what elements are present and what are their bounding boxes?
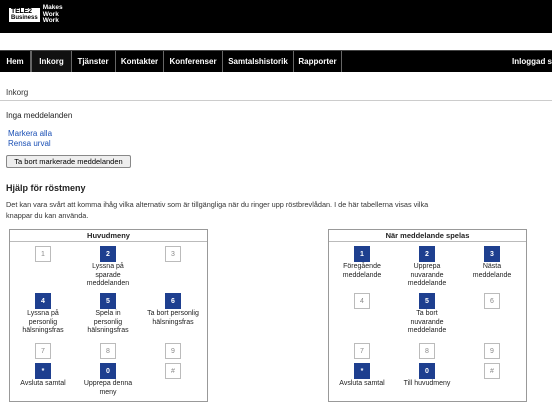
key-button[interactable]: 6	[165, 293, 181, 309]
key-button[interactable]: 0	[419, 363, 435, 379]
keypad-key-star: * Avsluta samtal	[17, 363, 69, 389]
key-button[interactable]: 2	[419, 246, 435, 262]
keypad-key-1: 1 Föregående meddelande	[336, 246, 388, 280]
key-button[interactable]: 6	[484, 293, 500, 309]
divider	[0, 100, 552, 101]
keypad-key-3: 3	[147, 246, 199, 262]
keypad-key-0: 0 Upprepa denna meny	[82, 363, 134, 397]
key-button[interactable]: #	[484, 363, 500, 379]
key-label: Föregående meddelande	[342, 263, 382, 279]
keypad-key-8: 8	[401, 343, 453, 359]
key-button[interactable]: 5	[419, 293, 435, 309]
key-label: Lyssna på sparade meddelanden	[86, 263, 130, 287]
nav-item-tjanster[interactable]: Tjänster	[71, 51, 116, 72]
nav-item-rapporter[interactable]: Rapporter	[294, 51, 342, 72]
key-button[interactable]: 5	[100, 293, 116, 309]
nav-item-hem[interactable]: Hem	[0, 51, 31, 72]
key-button[interactable]: 9	[484, 343, 500, 359]
tele2-logo[interactable]: TELE2 Business Makes Work Work	[9, 4, 73, 25]
key-button[interactable]: *	[354, 363, 370, 379]
key-label: Avsluta samtal	[20, 380, 66, 387]
key-button[interactable]: 3	[484, 246, 500, 262]
key-button[interactable]: 9	[165, 343, 181, 359]
main-navigation: Hem Inkorg Tjänster Kontakter Konferense…	[0, 50, 552, 72]
keypad-key-5: 5 Spela in personlig hälsningsfras	[82, 293, 134, 336]
key-button[interactable]: 4	[35, 293, 51, 309]
nav-item-kontakter[interactable]: Kontakter	[116, 51, 164, 72]
key-button[interactable]: #	[165, 363, 181, 379]
key-label: Spela in personlig hälsningsfras	[87, 310, 129, 334]
key-button[interactable]: 0	[100, 363, 116, 379]
keypad-key-2: 2 Upprepa nuvarande meddelande	[401, 246, 453, 289]
keypad-key-hash: #	[147, 363, 199, 379]
help-text: Det kan vara svårt att komma ihåg vilka …	[6, 200, 429, 220]
keypad-key-1: 1	[17, 246, 69, 262]
key-button[interactable]: 8	[419, 343, 435, 359]
logo-mark: TELE2 Business	[9, 8, 40, 22]
key-label: Upprepa denna meny	[83, 380, 133, 396]
key-button[interactable]: 8	[100, 343, 116, 359]
delete-selected-button[interactable]: Ta bort markerade meddelanden	[6, 155, 131, 168]
keypad-key-6: 6	[466, 293, 518, 309]
keypad-key-8: 8	[82, 343, 134, 359]
key-label: Till huvudmeny	[403, 380, 451, 387]
keypad-key-hash: #	[466, 363, 518, 379]
key-button[interactable]: 7	[35, 343, 51, 359]
keypad-key-7: 7	[17, 343, 69, 359]
keypad-key-2: 2 Lyssna på sparade meddelanden	[82, 246, 134, 289]
keypad-key-7: 7	[336, 343, 388, 359]
help-title: Hjälp för röstmeny	[6, 183, 86, 193]
keypad-key-star: * Avsluta samtal	[336, 363, 388, 389]
key-label: Ta bort nuvarande meddelande	[407, 310, 447, 334]
keypad-key-9: 9	[466, 343, 518, 359]
select-all-link[interactable]: Markera alla	[8, 129, 52, 138]
key-button[interactable]: 4	[354, 293, 370, 309]
keypad-key-3: 3 Nästa meddelande	[466, 246, 518, 280]
key-button[interactable]: 1	[354, 246, 370, 262]
main-menu-panel: Huvudmeny 1 2 Lyssna på sparade meddelande…	[9, 229, 208, 402]
nav-item-inkorg[interactable]: Inkorg	[31, 51, 72, 72]
empty-inbox-message: Inga meddelanden	[6, 111, 73, 120]
key-button[interactable]: 7	[354, 343, 370, 359]
keypad-key-6: 6 Ta bort personlig hälsningsfras	[147, 293, 199, 327]
logo-tagline: Makes Work Work	[42, 4, 63, 25]
key-label: Avsluta samtal	[339, 380, 385, 387]
nav-item-samtalshistorik[interactable]: Samtalshistorik	[223, 51, 294, 72]
breadcrumb: Inkorg	[6, 88, 29, 97]
key-button[interactable]: 1	[35, 246, 51, 262]
keypad-key-0: 0 Till huvudmeny	[401, 363, 453, 389]
key-button[interactable]: *	[35, 363, 51, 379]
main-menu-title: Huvudmeny	[10, 230, 207, 242]
playback-menu-title: När meddelande spelas	[329, 230, 526, 242]
keypad-key-4: 4	[336, 293, 388, 309]
key-button[interactable]: 3	[165, 246, 181, 262]
keypad-key-5: 5 Ta bort nuvarande meddelande	[401, 293, 453, 336]
keypad-key-4: 4 Lyssna på personlig hälsningsfras	[17, 293, 69, 336]
key-label: Upprepa nuvarande meddelande	[407, 263, 447, 287]
logged-in-user[interactable]: Inloggad s	[506, 51, 552, 72]
keypad-key-9: 9	[147, 343, 199, 359]
nav-item-konferenser[interactable]: Konferenser	[164, 51, 223, 72]
clear-selection-link[interactable]: Rensa urval	[8, 139, 51, 148]
key-label: Ta bort personlig hälsningsfras	[147, 310, 199, 326]
key-label: Nästa meddelande	[472, 263, 512, 279]
key-label: Lyssna på personlig hälsningsfras	[22, 310, 64, 334]
key-button[interactable]: 2	[100, 246, 116, 262]
top-header-bar: TELE2 Business Makes Work Work	[0, 0, 552, 33]
logo-sub: Business	[11, 15, 38, 21]
playback-menu-panel: När meddelande spelas 1 Föregående meddel…	[328, 229, 527, 402]
